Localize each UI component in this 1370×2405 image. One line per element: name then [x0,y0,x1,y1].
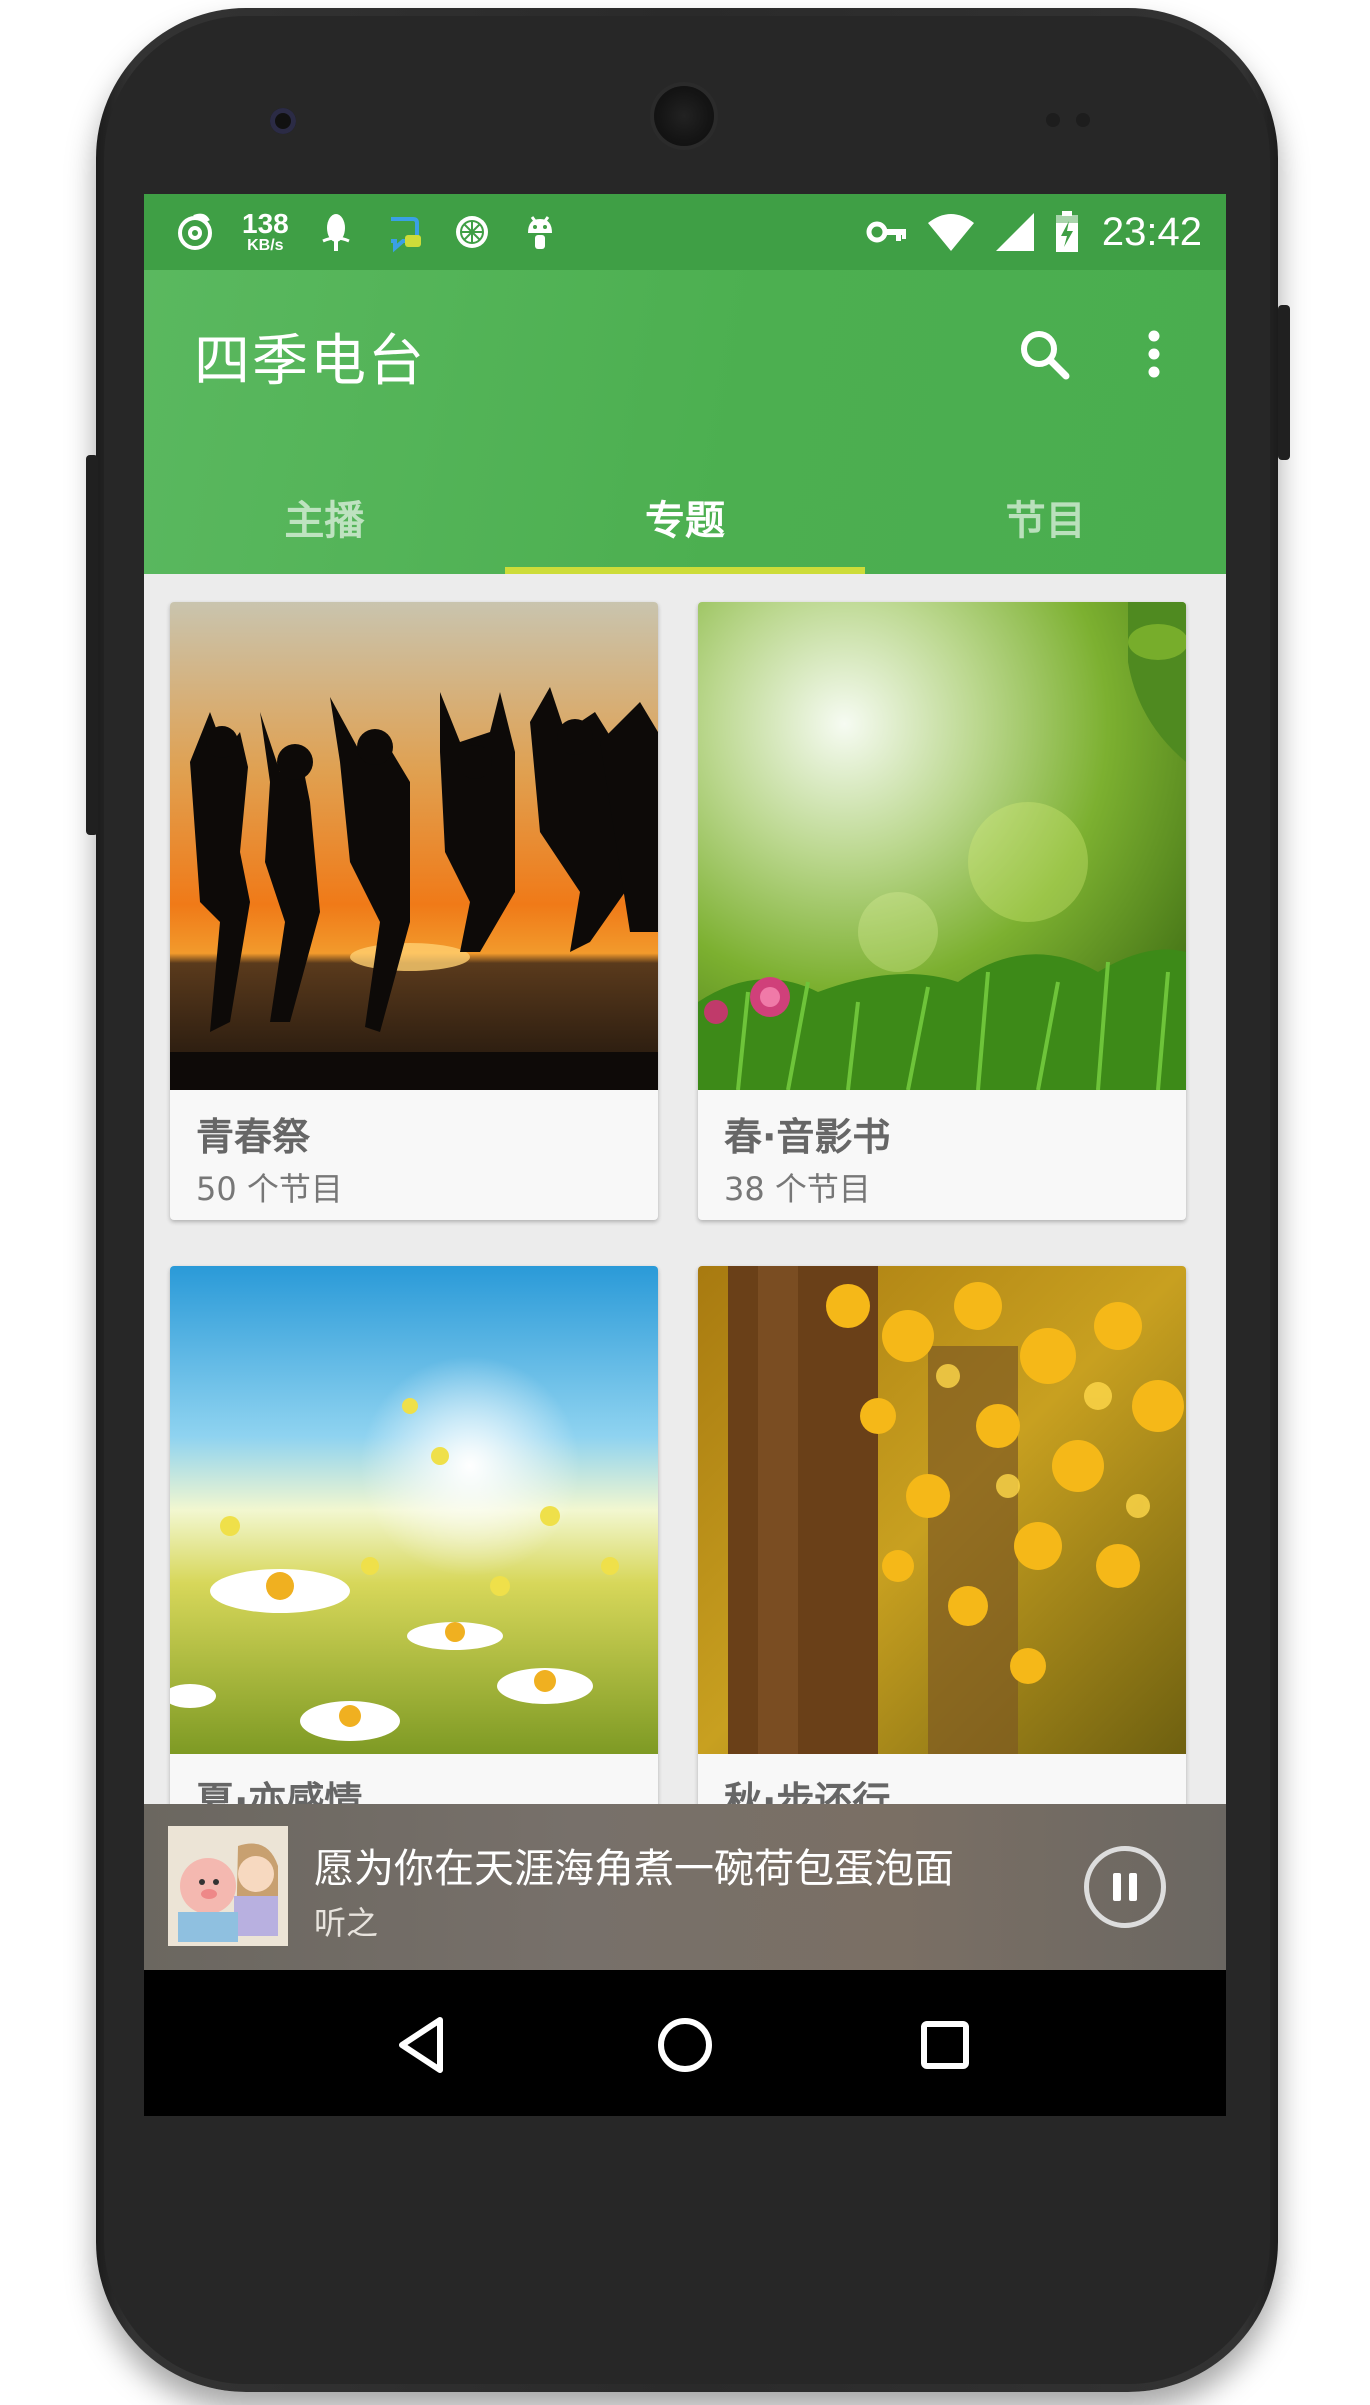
proximity-sensors [1046,112,1106,127]
topic-card[interactable]: 夏·亦感情 [170,1266,658,1884]
network-speed-value: 138 [242,208,289,239]
android-icon [519,211,561,253]
topic-title: 青春祭 [196,1115,311,1159]
tab-bar: 主播 专题 节目 [144,460,1226,574]
vpn-key-icon [866,211,908,253]
autumn-tree-image [698,1266,1186,1754]
wifi-icon [926,211,976,253]
power-button [1278,305,1290,460]
topic-card[interactable]: 春·音影书 38 个节目 [698,602,1186,1220]
lemon-icon [451,211,493,253]
pause-button[interactable] [1084,1846,1166,1928]
home-button[interactable] [650,2010,720,2080]
tab-anchors[interactable]: 主播 [144,460,505,574]
tab-programs[interactable]: 节目 [865,460,1226,574]
earpiece-speaker [654,86,714,146]
now-playing-bar[interactable]: 愿为你在天涯海角煮一碗荷包蛋泡面 听之 [144,1804,1226,1970]
overflow-menu-button[interactable] [1134,322,1174,386]
topic-image [170,1266,658,1754]
daisy-field-image [170,1266,658,1754]
network-speed-unit: KB/s [247,237,284,254]
topic-title: 春·音影书 [724,1115,891,1159]
tab-topics[interactable]: 专题 [504,460,866,574]
topic-image [698,1266,1186,1754]
more-vert-icon [1148,330,1160,378]
wheat-icon [315,211,357,253]
topic-card[interactable]: 秋·步还行 [698,1266,1186,1884]
battery-charging-icon [1054,211,1080,253]
app-bar: 四季电台 主播 专题 节目 [144,270,1226,574]
back-button[interactable] [388,2010,458,2080]
cartoon-cover-image [168,1826,288,1946]
page-title: 四季电台 [194,329,426,394]
navigation-bar [144,1970,1226,2116]
search-icon [1021,331,1070,380]
back-icon [399,2017,443,2073]
recents-icon [921,2021,969,2069]
netease-icon [174,211,216,253]
recents-button[interactable] [910,2010,980,2080]
album-cover [168,1826,288,1946]
home-icon [658,2018,712,2072]
artist-name: 听之 [314,1904,379,1942]
search-button[interactable] [1012,322,1076,386]
network-speed: 138 KB/s [242,210,289,254]
topic-image [170,602,658,1090]
clock: 23:42 [1101,209,1202,254]
spring-grass-image [698,602,1186,1090]
screen: 138 KB/s 23:42 四季电台 主播 专题 节目 青春祭 50 个节目 … [144,194,1226,2116]
topic-count: 50 个节目 [196,1170,343,1208]
topic-card[interactable]: 青春祭 50 个节目 [170,602,658,1220]
volume-button [86,455,98,835]
song-title: 愿为你在天涯海角煮一碗荷包蛋泡面 [314,1846,954,1892]
topic-image [698,602,1186,1090]
jumping-silhouettes-image [170,602,658,1090]
topic-count: 38 个节目 [724,1170,871,1208]
status-bar: 138 KB/s 23:42 [144,194,1226,270]
pause-icon [1113,1873,1121,1901]
front-camera [270,108,296,134]
cell-signal-icon [994,211,1036,253]
chat-icon [383,211,425,253]
pause-icon [1129,1873,1137,1901]
